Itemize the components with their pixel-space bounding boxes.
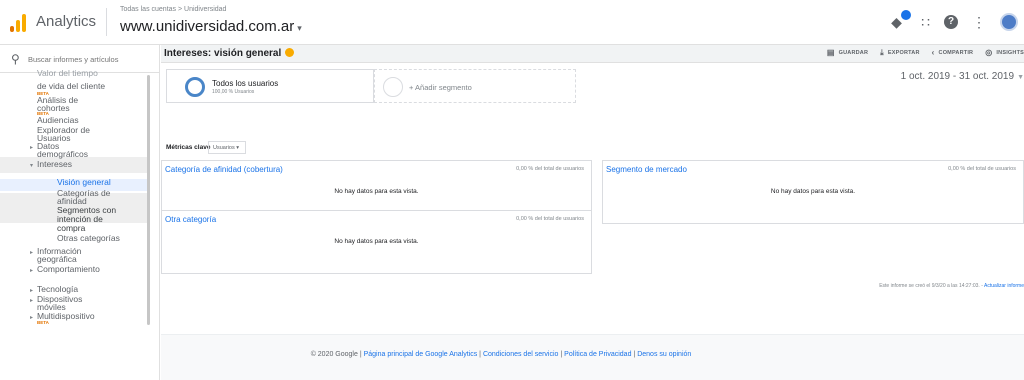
chevron-down-icon: ▾ [297, 23, 302, 33]
sidebar-item-label: Otras categorías [57, 233, 120, 243]
card-empty-message: No hay datos para esta vista. [334, 188, 419, 195]
account-name: www.unidiversidad.com.ar [120, 18, 295, 35]
notification-badge [901, 10, 912, 20]
copyright-text: © 2020 Google | [310, 351, 364, 358]
metrics-label: Métricas clave [166, 144, 211, 151]
more-vert-icon[interactable]: ⋮ [972, 14, 986, 31]
sidebar-item-label: de vida del cliente [37, 81, 106, 91]
footer-link[interactable]: Página principal de Google Analytics [364, 351, 478, 358]
app-name[interactable]: Analytics [36, 13, 96, 30]
header-divider [106, 8, 107, 36]
action-label: COMPARTIR [938, 50, 974, 56]
add-segment-label: + Añadir segmento [409, 83, 472, 92]
compartir-button[interactable]: ‹ COMPARTIR [932, 48, 974, 58]
action-label: EXPORTAR [887, 50, 920, 56]
beta-badge: BETA [37, 320, 49, 325]
sidebar-item-label: Tecnología [37, 284, 79, 294]
search-icon: ⚲ [11, 52, 20, 66]
action-label: GUARDAR [838, 50, 869, 56]
avatar[interactable] [1000, 13, 1018, 31]
report-created-note: Este informe se creó el 9/3/20 a las 14:… [879, 283, 1024, 289]
notifications-icon[interactable]: ◆ [891, 10, 912, 30]
top-header: Analytics Todas las cuentas > Unidiversi… [0, 0, 1024, 45]
add-segment-button[interactable]: + Añadir segmento [374, 69, 576, 103]
exportar-button[interactable]: ⤓ EXPORTAR [880, 48, 920, 58]
page-title: Intereses: visión general [164, 48, 295, 59]
card-empty-message: No hay datos para esta vista. [770, 188, 856, 195]
footer-link[interactable]: Política de Privacidad [564, 351, 631, 358]
refresh-report-link[interactable]: Actualizar informe [984, 283, 1024, 289]
footer: © 2020 Google | Página principal de Goog… [161, 334, 1024, 380]
chevron-right-icon: ▸ [30, 250, 34, 256]
segment-subtitle: 100,00 % Usuarios [212, 89, 255, 95]
card-title[interactable]: Segmento de mercado [606, 165, 687, 174]
footer-link[interactable]: Denos su opinión [637, 351, 691, 358]
apps-grid-icon[interactable]: ∷ [921, 14, 930, 31]
chevron-right-icon: ▸ [30, 315, 34, 321]
sidebar-item-label: geográfica [37, 254, 77, 264]
card-meta: 0,00 % del total de usuarios [948, 166, 1016, 172]
sidebar-item-label: compra [57, 223, 86, 233]
chevron-right-icon: ▸ [30, 268, 34, 274]
insights-icon: ◎ [985, 48, 993, 57]
save-icon: ▤ [826, 48, 835, 57]
segment-circle-icon [185, 77, 205, 97]
sidebar: ⚲ Buscar informes y artículos Valor del … [0, 45, 160, 380]
card-other-category: Otra categoría 0,00 % del total de usuar… [161, 210, 592, 274]
insights-button[interactable]: ◎ INSIGHTS [985, 48, 1024, 58]
export-icon: ⤓ [880, 48, 884, 57]
chevron-right-icon: ▸ [30, 288, 34, 294]
card-title[interactable]: Otra categoría [165, 215, 216, 224]
chevron-down-icon: ▼ [1017, 74, 1024, 81]
guardar-button[interactable]: ▤ GUARDAR [827, 48, 868, 58]
sidebar-item-label: Audiencias [37, 115, 79, 125]
account-selector[interactable]: www.unidiversidad.com.ar ▾ [120, 18, 302, 35]
card-meta: 0,00 % del total de usuarios [516, 166, 584, 172]
card-title[interactable]: Categoría de afinidad (cobertura) [165, 165, 283, 174]
main-content: Intereses: visión general ▤ GUARDAR ⤓ EXPOR… [161, 45, 1024, 380]
card-meta: 0,00 % del total de usuarios [516, 216, 584, 222]
chevron-right-icon: ▸ [30, 145, 34, 151]
header-actions: ◆ ∷ ? ⋮ [891, 10, 1018, 34]
card-market-segment: Segmento de mercado 0,00 % del total de … [602, 160, 1024, 224]
analytics-logo-icon[interactable] [10, 12, 26, 32]
chevron-right-icon: ▸ [30, 298, 34, 304]
action-label: INSIGHTS [996, 50, 1024, 56]
footer-link[interactable]: Condiciones del servicio [483, 351, 558, 358]
hover-item-background [0, 157, 150, 173]
footer-links: © 2020 Google | Página principal de Goog… [161, 351, 841, 358]
chevron-down-icon: ▾ [30, 163, 34, 169]
share-icon: ‹ [931, 48, 935, 57]
metrics-dropdown[interactable]: Usuarios ▾ [208, 141, 246, 154]
search-input[interactable]: Buscar informes y artículos [28, 55, 118, 64]
segment-name: Todos los usuarios [212, 79, 279, 88]
report-actions: ▤ GUARDAR ⤓ EXPORTAR ‹ COMPARTIR ◎ INSIGHTS [827, 48, 1024, 58]
sidebar-item-label: Valor del tiempo [37, 68, 98, 78]
sidebar-item-label: Visión general [57, 177, 111, 187]
date-range-picker[interactable]: 1 oct. 2019 - 31 oct. 2019 ▼ [901, 71, 1024, 82]
sidebar-item-label: demográficos [37, 149, 89, 159]
help-icon[interactable]: ? [944, 15, 958, 29]
verified-icon [285, 48, 295, 57]
sidebar-item-label: Intereses [37, 159, 72, 169]
sidebar-scrollbar[interactable] [147, 75, 150, 325]
sidebar-item-label: Comportamiento [37, 264, 100, 274]
card-empty-message: No hay datos para esta vista. [334, 238, 419, 245]
segment-chip[interactable]: Todos los usuarios 100,00 % Usuarios [166, 69, 374, 103]
report-header: Intereses: visión general ▤ GUARDAR ⤓ EXPOR… [161, 45, 1024, 63]
add-segment-circle-icon [383, 77, 403, 97]
breadcrumb[interactable]: Todas las cuentas > Unidiversidad [120, 6, 226, 13]
